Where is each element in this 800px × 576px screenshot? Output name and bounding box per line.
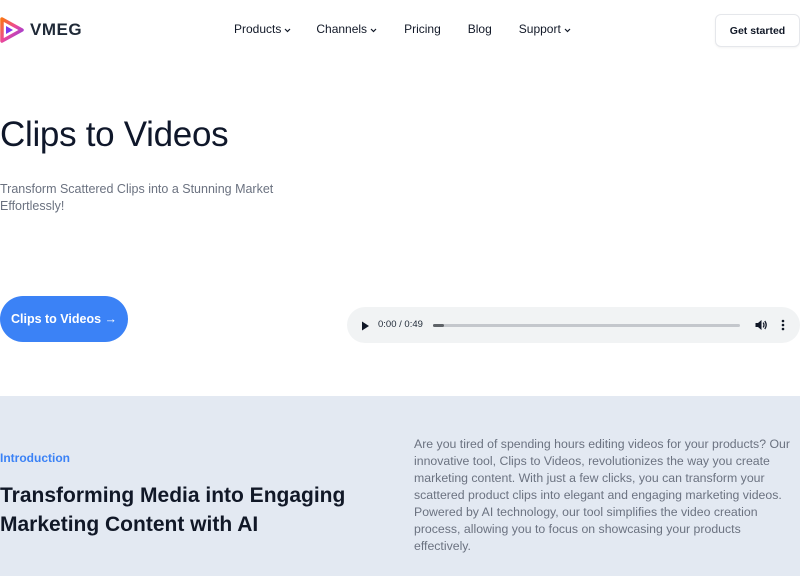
site-header: VMEG Products Channels Pricing Blog Supp… xyxy=(0,0,800,62)
nav-support[interactable]: Support xyxy=(519,22,571,36)
chevron-down-icon xyxy=(284,22,291,36)
vmeg-logo-icon xyxy=(0,17,24,43)
section-eyebrow: Introduction xyxy=(0,451,70,465)
section-body: Are you tired of spending hours editing … xyxy=(414,437,790,553)
chevron-down-icon xyxy=(564,22,571,36)
page-title: Clips to Videos xyxy=(0,115,229,154)
nav-channels[interactable]: Channels xyxy=(316,22,377,36)
audio-time-display: 0:00 / 0:49 xyxy=(378,319,423,330)
audio-progress-bar[interactable] xyxy=(433,324,740,327)
audio-progress-fill xyxy=(433,324,444,327)
get-started-button[interactable]: Get started xyxy=(715,14,800,47)
brand-logo[interactable]: VMEG xyxy=(0,17,82,43)
play-icon[interactable] xyxy=(359,319,371,331)
nav-channels-label: Channels xyxy=(316,22,368,36)
clips-to-videos-button[interactable]: Clips to Videos → xyxy=(0,296,128,342)
chevron-down-icon xyxy=(370,22,377,36)
nav-blog-label: Blog xyxy=(467,22,492,36)
main-nav: Products Channels Pricing Blog Support xyxy=(234,22,571,36)
introduction-section: Introduction Transforming Media into Eng… xyxy=(0,396,800,576)
volume-icon[interactable] xyxy=(754,318,768,332)
nav-blog[interactable]: Blog xyxy=(468,22,492,36)
nav-products-label: Products xyxy=(234,22,282,36)
more-vertical-icon[interactable] xyxy=(780,318,786,332)
brand-name: VMEG xyxy=(30,20,83,39)
audio-player[interactable]: 0:00 / 0:49 xyxy=(347,307,800,343)
section-heading: Transforming Media into Engaging Marketi… xyxy=(0,484,346,536)
nav-products[interactable]: Products xyxy=(234,22,291,36)
hero-subtitle: Transform Scattered Clips into a Stunnin… xyxy=(0,182,274,213)
nav-pricing[interactable]: Pricing xyxy=(404,22,441,36)
nav-support-label: Support xyxy=(518,22,561,36)
nav-pricing-label: Pricing xyxy=(404,22,441,36)
